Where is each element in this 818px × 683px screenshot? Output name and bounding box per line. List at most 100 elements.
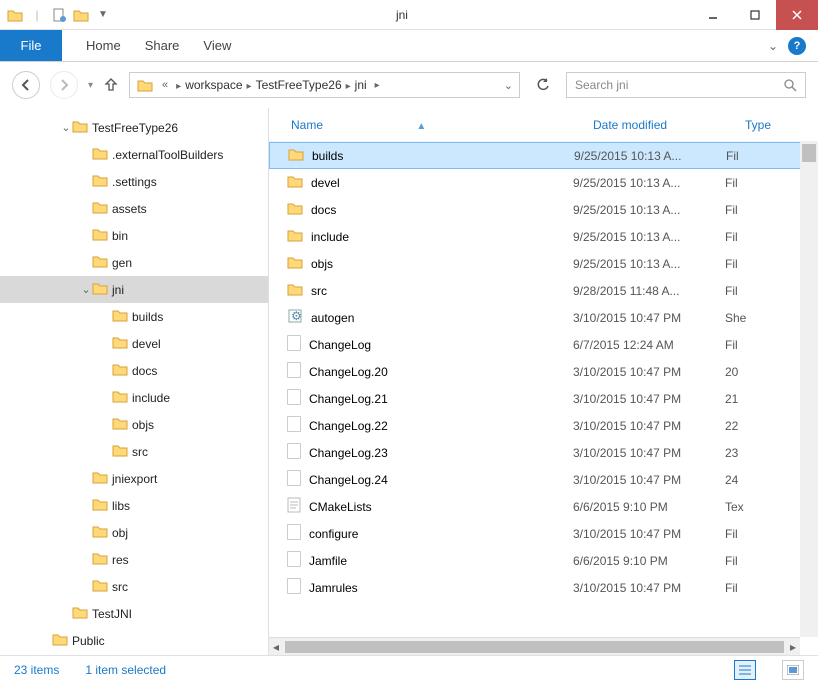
file-date: 9/25/2015 10:13 A...: [573, 176, 725, 190]
tree-item-label: Public: [68, 634, 105, 648]
breadcrumb[interactable]: « ▸workspace▸TestFreeType26▸jni ▸ ⌄: [129, 72, 520, 98]
folder-icon: [92, 551, 108, 568]
breadcrumb-segment[interactable]: workspace: [181, 78, 246, 92]
forward-button[interactable]: [50, 71, 78, 99]
tree-item[interactable]: objs: [0, 411, 268, 438]
tab-home[interactable]: Home: [86, 38, 121, 53]
file-row[interactable]: ChangeLog.233/10/2015 10:47 PM23: [269, 439, 818, 466]
breadcrumb-segment[interactable]: jni: [351, 78, 371, 92]
tree-item[interactable]: ⌄jni: [0, 276, 268, 303]
folder-icon: [288, 147, 304, 164]
details-view-button[interactable]: [734, 660, 756, 680]
tree-item[interactable]: gen: [0, 249, 268, 276]
tree-item[interactable]: libs: [0, 492, 268, 519]
tree-item[interactable]: .externalToolBuilders: [0, 141, 268, 168]
file-row[interactable]: objs9/25/2015 10:13 A...Fil: [269, 250, 818, 277]
history-dropdown-icon[interactable]: ▾: [88, 80, 93, 91]
folder-icon: [92, 146, 108, 163]
tree-item[interactable]: assets: [0, 195, 268, 222]
file-row[interactable]: ChangeLog.213/10/2015 10:47 PM21: [269, 385, 818, 412]
file-row[interactable]: Jamfile6/6/2015 9:10 PMFil: [269, 547, 818, 574]
folder-icon: [92, 524, 108, 541]
horizontal-scrollbar[interactable]: ◂ ▸: [269, 637, 800, 655]
file-icon: [287, 362, 301, 381]
refresh-button[interactable]: [530, 72, 556, 98]
minimize-button[interactable]: [692, 0, 734, 30]
folder-icon: [112, 416, 128, 433]
tree-item[interactable]: obj: [0, 519, 268, 546]
tree-item[interactable]: docs: [0, 357, 268, 384]
file-row[interactable]: ChangeLog6/7/2015 12:24 AMFil: [269, 331, 818, 358]
chevron-right-icon[interactable]: ▸: [346, 81, 351, 92]
new-folder-icon[interactable]: [72, 6, 90, 24]
tree-item[interactable]: bin: [0, 222, 268, 249]
back-button[interactable]: [12, 71, 40, 99]
file-row[interactable]: docs9/25/2015 10:13 A...Fil: [269, 196, 818, 223]
collapse-icon[interactable]: ⌄: [80, 283, 92, 296]
file-name: docs: [311, 203, 336, 217]
column-name[interactable]: Name ▲: [269, 118, 593, 132]
file-tab[interactable]: File: [0, 30, 62, 61]
tree-item[interactable]: jniexport: [0, 465, 268, 492]
tree-item[interactable]: res: [0, 546, 268, 573]
folder-icon: [92, 173, 108, 190]
folder-icon: [112, 308, 128, 325]
address-dropdown-icon[interactable]: ⌄: [504, 79, 513, 92]
tree-item-label: TestJNI: [88, 607, 132, 621]
file-row[interactable]: devel9/25/2015 10:13 A...Fil: [269, 169, 818, 196]
file-row[interactable]: configure3/10/2015 10:47 PMFil: [269, 520, 818, 547]
file-row[interactable]: builds9/25/2015 10:13 A...Fil: [269, 142, 818, 169]
status-bar: 23 items 1 item selected: [0, 655, 818, 683]
collapse-icon[interactable]: ⌄: [60, 121, 72, 134]
file-icon: [287, 497, 301, 516]
folder-icon: [92, 227, 108, 244]
tab-share[interactable]: Share: [145, 38, 180, 53]
file-row[interactable]: Jamrules3/10/2015 10:47 PMFil: [269, 574, 818, 601]
vertical-scrollbar[interactable]: [800, 142, 818, 637]
tree-item[interactable]: TestJNI: [0, 600, 268, 627]
file-list: Name ▲ Date modified Type builds9/25/201…: [268, 108, 818, 655]
tree-item[interactable]: src: [0, 573, 268, 600]
thumbnail-view-button[interactable]: [782, 660, 804, 680]
chevron-right-icon[interactable]: ▸: [247, 81, 252, 92]
folder-icon: [92, 470, 108, 487]
breadcrumb-segment[interactable]: TestFreeType26: [252, 78, 346, 92]
tree-item[interactable]: .settings: [0, 168, 268, 195]
search-input[interactable]: Search jni: [566, 72, 806, 98]
folder-icon: [287, 228, 303, 245]
file-name: ChangeLog: [309, 338, 371, 352]
breadcrumb-ellipsis[interactable]: «: [158, 79, 172, 91]
chevron-right-icon[interactable]: ▸: [375, 80, 380, 91]
ribbon-expand-icon[interactable]: ⌄: [768, 39, 778, 53]
tree-item[interactable]: src: [0, 438, 268, 465]
tree-item[interactable]: include: [0, 384, 268, 411]
tree-item[interactable]: devel: [0, 330, 268, 357]
column-type[interactable]: Type: [745, 118, 818, 132]
file-date: 3/10/2015 10:47 PM: [573, 311, 725, 325]
file-name: autogen: [311, 311, 354, 325]
folder-icon: [287, 282, 303, 299]
file-row[interactable]: ChangeLog.223/10/2015 10:47 PM22: [269, 412, 818, 439]
tree-item[interactable]: ⌄TestFreeType26: [0, 114, 268, 141]
properties-icon[interactable]: [50, 6, 68, 24]
file-row[interactable]: CMakeLists6/6/2015 9:10 PMTex: [269, 493, 818, 520]
close-button[interactable]: [776, 0, 818, 30]
file-row[interactable]: include9/25/2015 10:13 A...Fil: [269, 223, 818, 250]
file-row[interactable]: ChangeLog.243/10/2015 10:47 PM24: [269, 466, 818, 493]
ribbon: File Home Share View ⌄ ?: [0, 30, 818, 62]
file-row[interactable]: ⚙autogen3/10/2015 10:47 PMShe: [269, 304, 818, 331]
folder-icon: [112, 362, 128, 379]
column-date[interactable]: Date modified: [593, 118, 745, 132]
maximize-button[interactable]: [734, 0, 776, 30]
help-icon[interactable]: ?: [788, 37, 806, 55]
tab-view[interactable]: View: [203, 38, 231, 53]
search-placeholder: Search jni: [575, 78, 628, 92]
tree-item[interactable]: Public: [0, 627, 268, 654]
tree-view[interactable]: ⌄TestFreeType26.externalToolBuilders.set…: [0, 108, 268, 655]
qat-dropdown-icon[interactable]: ▼: [94, 9, 112, 20]
file-row[interactable]: ChangeLog.203/10/2015 10:47 PM20: [269, 358, 818, 385]
up-button[interactable]: [103, 76, 119, 95]
file-name: src: [311, 284, 327, 298]
tree-item[interactable]: builds: [0, 303, 268, 330]
file-row[interactable]: src9/28/2015 11:48 A...Fil: [269, 277, 818, 304]
